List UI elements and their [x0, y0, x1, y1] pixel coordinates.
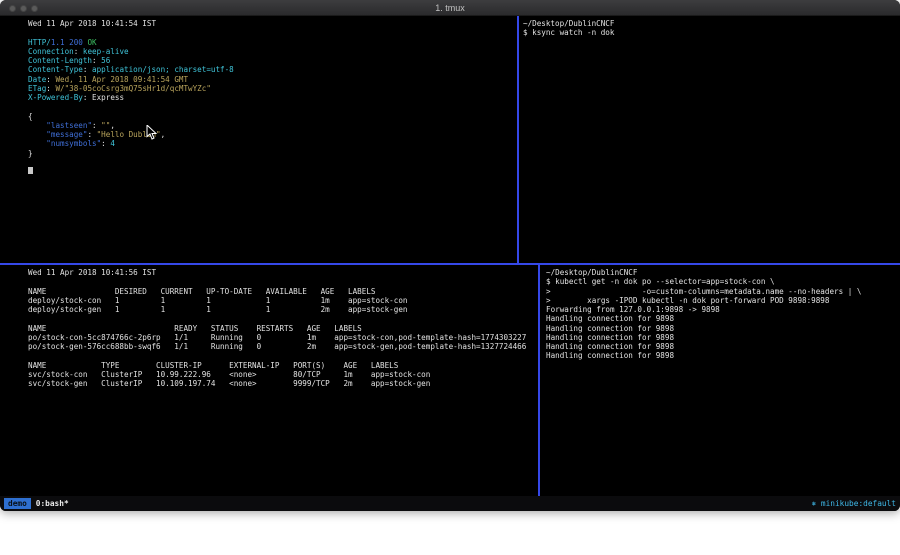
pane-bottom-right-port-forward[interactable]: ~/Desktop/DublinCNCF$ kubectl get -n dok… — [540, 265, 900, 496]
window-titlebar: 1. tmux — [0, 0, 900, 16]
terminal-line: po/stock-con-5cc874766c-2p6rp 1/1 Runnin… — [28, 333, 538, 342]
terminal-line: Wed 11 Apr 2018 10:41:54 IST — [28, 19, 515, 28]
terminal-line: deploy/stock-gen 1 1 1 1 2m app=stock-ge… — [28, 305, 538, 314]
terminal-line — [28, 277, 538, 286]
terminal-line: po/stock-gen-576cc688bb-swqf6 1/1 Runnin… — [28, 342, 538, 351]
terminal-line — [28, 158, 515, 167]
pane-bottom-left-kubectl-get[interactable]: Wed 11 Apr 2018 10:41:56 IST NAME DESIRE… — [0, 265, 538, 496]
tmux-pane-border-vertical-bottom[interactable] — [538, 265, 540, 496]
terminal-line: ~/Desktop/DublinCNCF — [523, 19, 900, 28]
terminal-line: Handling connection for 9898 — [546, 314, 900, 323]
terminal-line: Connection: keep-alive — [28, 47, 515, 56]
terminal-line — [28, 314, 538, 323]
terminal-line: > xargs -IPOD kubectl -n dok port-forwar… — [546, 296, 900, 305]
minimize-button[interactable] — [20, 5, 27, 12]
terminal-line: NAME DESIRED CURRENT UP-TO-DATE AVAILABL… — [28, 287, 538, 296]
terminal-line: svc/stock-gen ClusterIP 10.109.197.74 <n… — [28, 379, 538, 388]
terminal-line: X-Powered-By: Express — [28, 93, 515, 102]
window-title: 1. tmux — [435, 3, 465, 13]
tmux-status-bar: demo 0:bash* ⎈ minikube:default — [0, 496, 900, 511]
tmux-pane-border-horizontal[interactable] — [0, 263, 900, 265]
tmux-window-label[interactable]: 0:bash* — [36, 499, 69, 508]
close-button[interactable] — [9, 5, 16, 12]
terminal-line: "numsymbols": 4 — [28, 139, 515, 148]
terminal-line: NAME READY STATUS RESTARTS AGE LABELS — [28, 324, 538, 333]
tmux-pane-border-vertical-top[interactable] — [517, 16, 519, 263]
terminal-line: Content-Length: 56 — [28, 56, 515, 65]
terminal-line: deploy/stock-con 1 1 1 1 1m app=stock-co… — [28, 296, 538, 305]
terminal-line: { — [28, 112, 515, 121]
terminal-line: Handling connection for 9898 — [546, 351, 900, 360]
terminal-line: Handling connection for 9898 — [546, 342, 900, 351]
terminal-line: Date: Wed, 11 Apr 2018 09:41:54 GMT — [28, 75, 515, 84]
terminal-line: Forwarding from 127.0.0.1:9898 -> 9898 — [546, 305, 900, 314]
terminal-line: HTTP/1.1 200 OK — [28, 38, 515, 47]
terminal-line: Wed 11 Apr 2018 10:41:56 IST — [28, 268, 538, 277]
zoom-button[interactable] — [31, 5, 38, 12]
traffic-lights — [9, 5, 38, 12]
terminal-line: Handling connection for 9898 — [546, 324, 900, 333]
terminal-line: ~/Desktop/DublinCNCF — [546, 268, 900, 277]
terminal-line — [28, 102, 515, 111]
terminal-line: $ kubectl get -n dok po --selector=app=s… — [546, 277, 900, 286]
terminal-line — [28, 167, 515, 176]
pane-top-right-ksync[interactable]: ~/Desktop/DublinCNCF$ ksync watch -n dok — [519, 16, 900, 263]
terminal-line: svc/stock-con ClusterIP 10.99.222.96 <no… — [28, 370, 538, 379]
tmux-session-name: demo — [4, 498, 31, 509]
mouse-cursor — [146, 125, 157, 140]
terminal-window: 1. tmux Wed 11 Apr 2018 10:41:54 IST HTT… — [0, 0, 900, 511]
pane-top-left-http-output[interactable]: Wed 11 Apr 2018 10:41:54 IST HTTP/1.1 20… — [0, 16, 517, 263]
terminal-line: "message": "Hello Dublin", — [28, 130, 515, 139]
terminal-line — [28, 28, 515, 37]
terminal-line: NAME TYPE CLUSTER-IP EXTERNAL-IP PORT(S)… — [28, 361, 538, 370]
terminal-line: "lastseen": "", — [28, 121, 515, 130]
tmux-terminal: Wed 11 Apr 2018 10:41:54 IST HTTP/1.1 20… — [0, 16, 900, 496]
terminal-line: ETag: W/"38-05coCsrg3mQ75sHr1d/qcMTwYZc" — [28, 84, 515, 93]
terminal-line: $ ksync watch -n dok — [523, 28, 900, 37]
terminal-line — [28, 351, 538, 360]
terminal-line: Content-Type: application/json; charset=… — [28, 65, 515, 74]
terminal-line: } — [28, 149, 515, 158]
terminal-line: Handling connection for 9898 — [546, 333, 900, 342]
tmux-status-right-kube-context: ⎈ minikube:default — [812, 499, 897, 508]
terminal-line: > -o=custom-columns=metadata.name --no-h… — [546, 287, 900, 296]
terminal-cursor — [28, 167, 33, 174]
